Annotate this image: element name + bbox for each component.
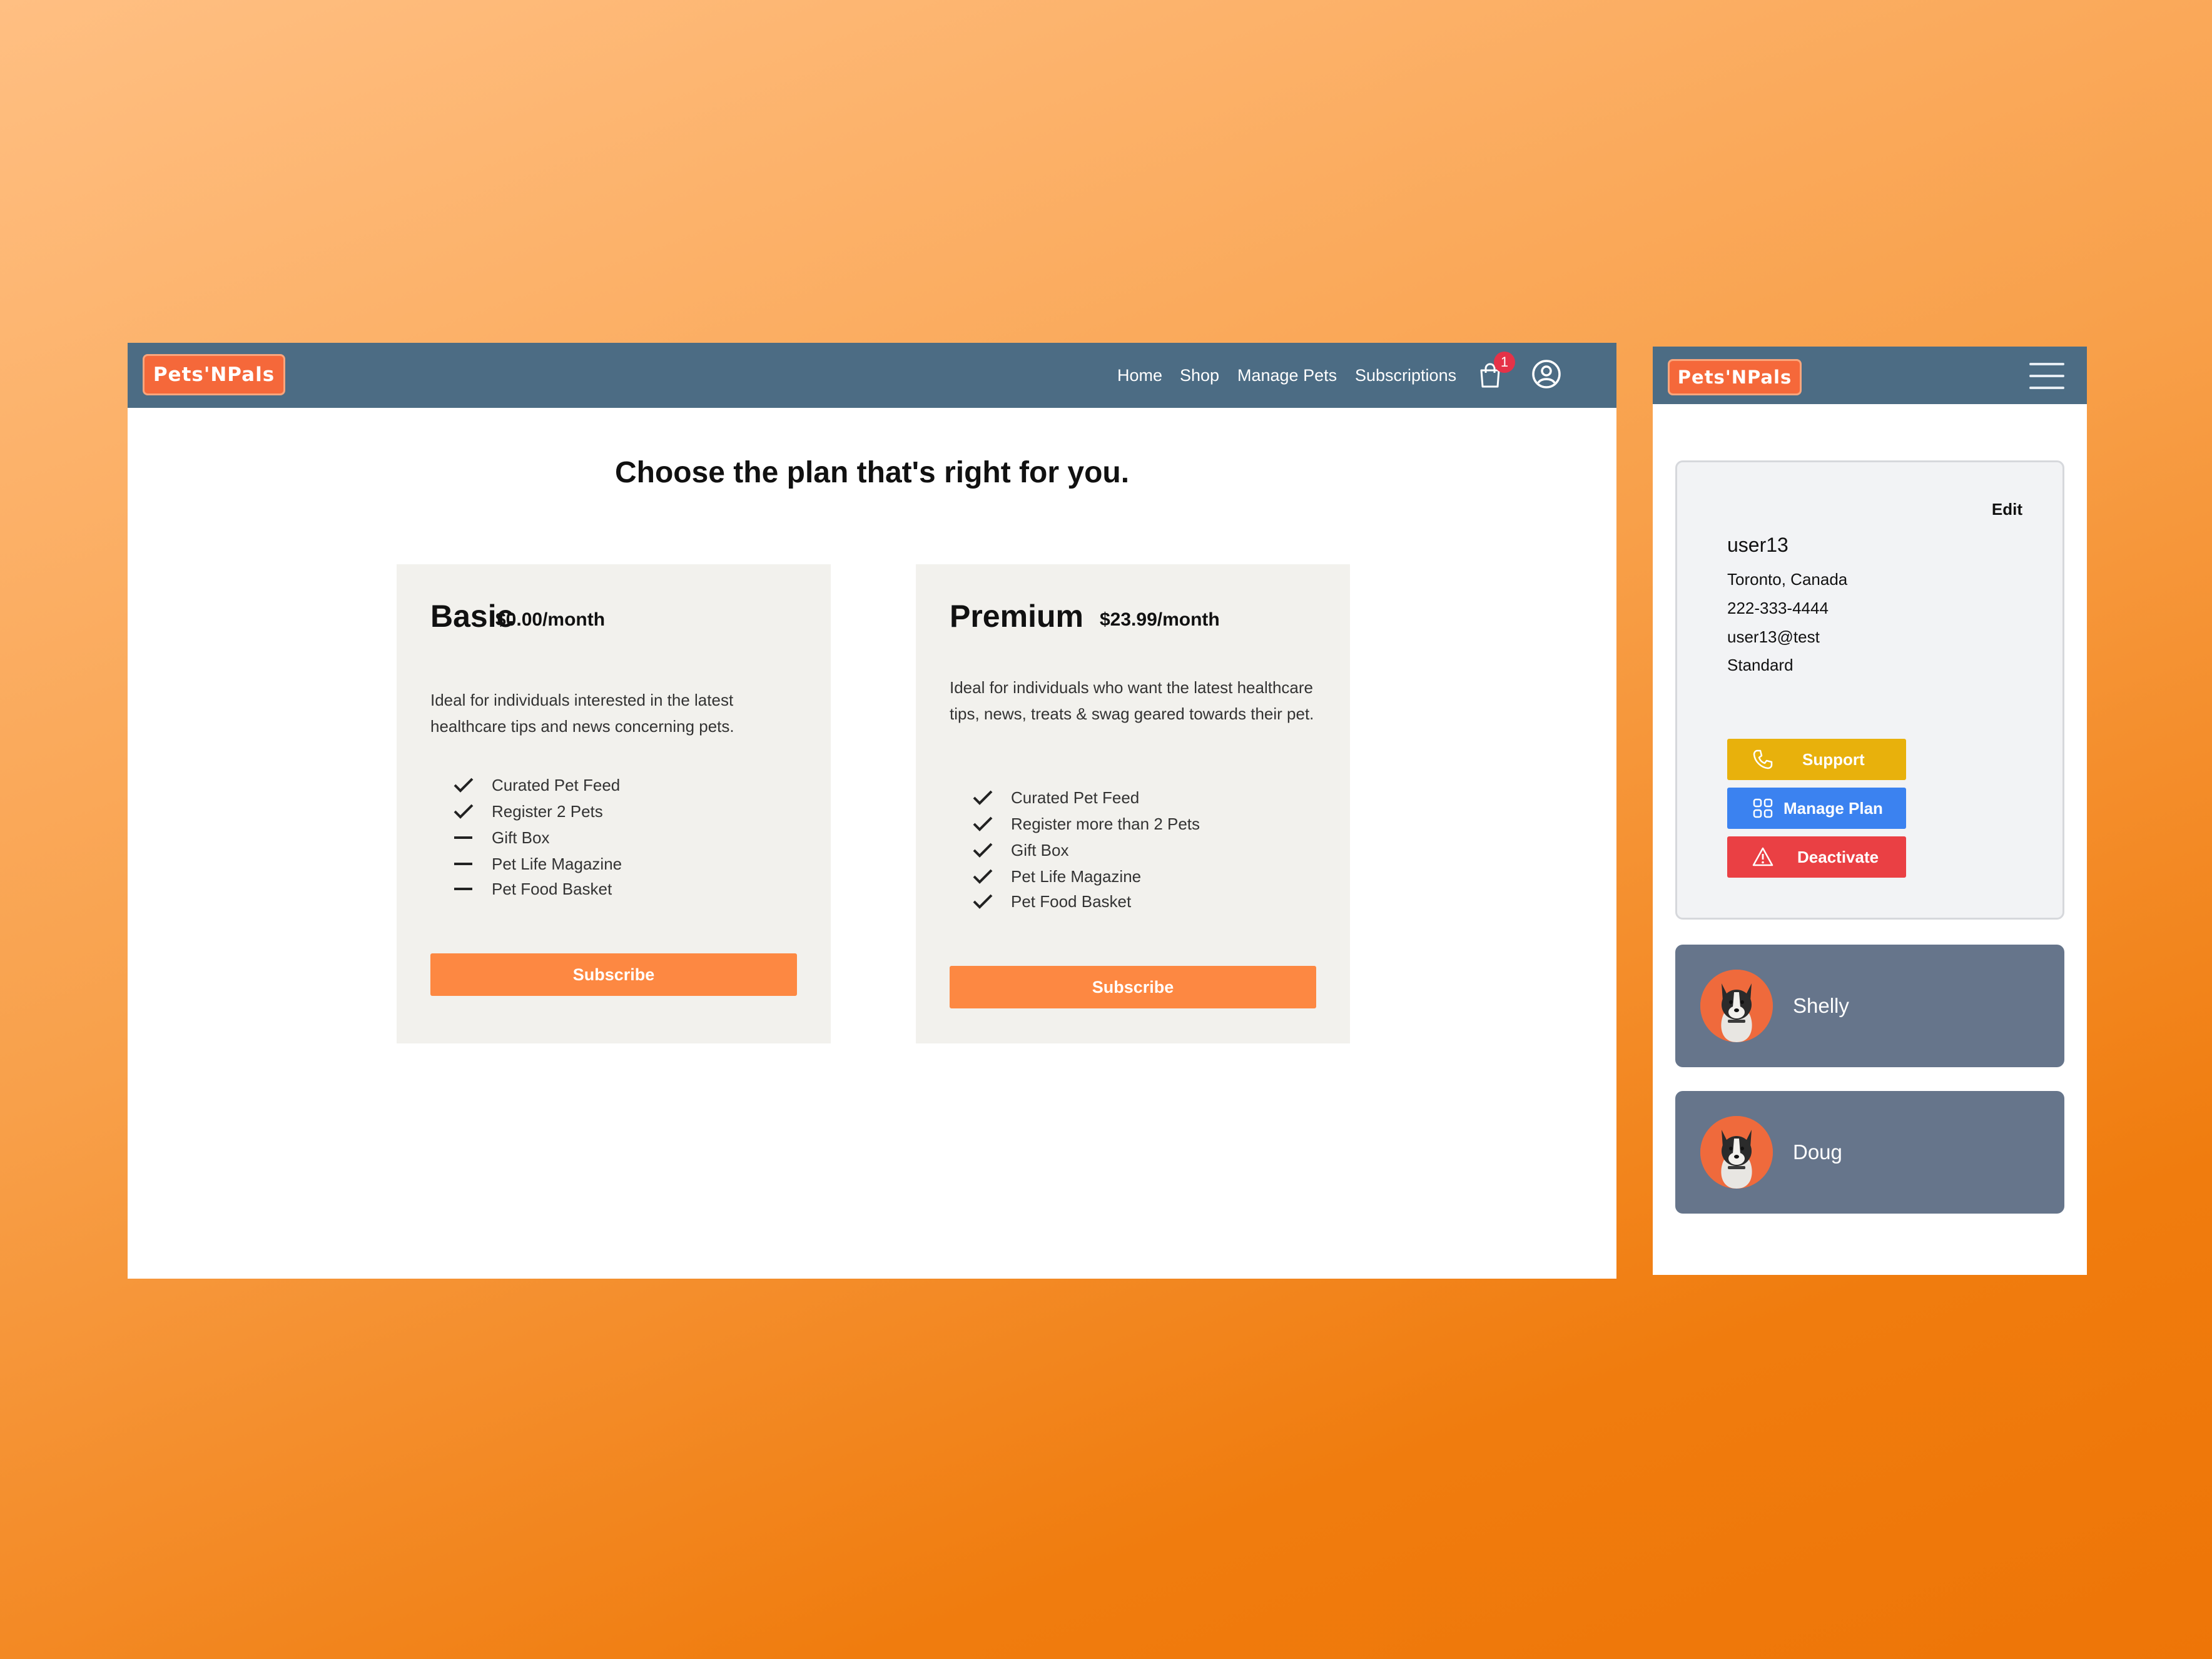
nav-subscriptions-link[interactable]: Subscriptions	[1355, 343, 1456, 408]
profile-card: Edit user13 Toronto, Canada 222-333-4444…	[1675, 460, 2064, 920]
plan-price: $23.99/month	[1100, 609, 1220, 630]
feature-label: Gift Box	[492, 828, 550, 847]
top-navbar: Pets'NPals Home Shop Manage Pets Subscri…	[128, 343, 1616, 408]
plan-card-basic: Basic $0.00/month Ideal for individuals …	[397, 564, 831, 1043]
desktop-window: Pets'NPals Home Shop Manage Pets Subscri…	[128, 343, 1616, 1279]
pet-name: Shelly	[1793, 994, 1849, 1017]
feature-label: Gift Box	[1011, 841, 1069, 860]
grid-icon	[1753, 798, 1773, 818]
deactivate-label: Deactivate	[1797, 848, 1879, 866]
warning-icon	[1752, 847, 1773, 866]
deactivate-button[interactable]: Deactivate	[1727, 836, 1906, 878]
pet-name: Doug	[1793, 1140, 1842, 1164]
page-title: Choose the plan that's right for you.	[614, 456, 1130, 489]
feature-label: Pet Life Magazine	[1011, 867, 1142, 886]
check-icon	[454, 778, 474, 793]
feature-label: Register more than 2 Pets	[1011, 814, 1200, 833]
brand-logo[interactable]: Pets'NPals	[143, 354, 285, 395]
user-circle-icon[interactable]	[1530, 358, 1563, 390]
plan-name: Premium	[950, 599, 1083, 634]
plan-description: Ideal for individuals who want the lates…	[950, 678, 1314, 723]
mobile-window: Pets'NPals Edit user13 Toronto, Canada 2…	[1653, 347, 2087, 1275]
pet-card[interactable]: Doug	[1675, 1091, 2064, 1214]
feature-label: Curated Pet Feed	[492, 776, 621, 794]
profile-phone: 222-333-4444	[1727, 599, 1829, 617]
plan-price: $0.00/month	[495, 609, 606, 630]
subscribe-basic-button[interactable]: Subscribe	[430, 953, 797, 996]
feature-label: Curated Pet Feed	[1011, 788, 1140, 807]
profile-username: user13	[1727, 534, 1788, 556]
profile-email: user13@test	[1727, 627, 1820, 646]
profile-plan: Standard	[1727, 656, 1793, 674]
check-icon	[973, 816, 993, 831]
profile-location: Toronto, Canada	[1727, 570, 1848, 589]
dash-icon	[454, 863, 472, 865]
dog-avatar-icon	[1700, 1116, 1773, 1189]
phone-icon	[1753, 749, 1773, 769]
dash-icon	[454, 888, 472, 890]
pet-card[interactable]: Shelly	[1675, 945, 2064, 1067]
manage-plan-label: Manage Plan	[1783, 799, 1883, 818]
nav-home-link[interactable]: Home	[1117, 343, 1162, 408]
check-icon	[973, 843, 993, 858]
feature-label: Pet Life Magazine	[492, 855, 622, 873]
feature-label: Pet Food Basket	[492, 880, 612, 898]
dog-avatar-icon	[1700, 970, 1773, 1042]
plan-description: Ideal for individuals interested in the …	[430, 691, 734, 736]
plan-card-premium: Premium $23.99/month Ideal for individua…	[916, 564, 1350, 1043]
check-icon	[973, 869, 993, 884]
cart-count-badge: 1	[1494, 352, 1515, 373]
feature-label: Pet Food Basket	[1011, 892, 1132, 911]
hamburger-icon[interactable]	[2029, 363, 2064, 389]
subscribe-premium-button[interactable]: Subscribe	[950, 966, 1316, 1008]
feature-label: Register 2 Pets	[492, 802, 603, 821]
support-label: Support	[1802, 750, 1865, 769]
dash-icon	[454, 836, 472, 839]
brand-logo[interactable]: Pets'NPals	[1668, 359, 1802, 395]
check-icon	[454, 804, 474, 819]
manage-plan-button[interactable]: Manage Plan	[1727, 788, 1906, 829]
mobile-navbar: Pets'NPals	[1653, 347, 2087, 404]
nav-manage-pets-link[interactable]: Manage Pets	[1237, 343, 1337, 408]
check-icon	[973, 790, 993, 805]
check-icon	[973, 894, 993, 909]
edit-profile-link[interactable]: Edit	[1992, 500, 2022, 519]
support-button[interactable]: Support	[1727, 739, 1906, 780]
nav-shop-link[interactable]: Shop	[1180, 343, 1219, 408]
